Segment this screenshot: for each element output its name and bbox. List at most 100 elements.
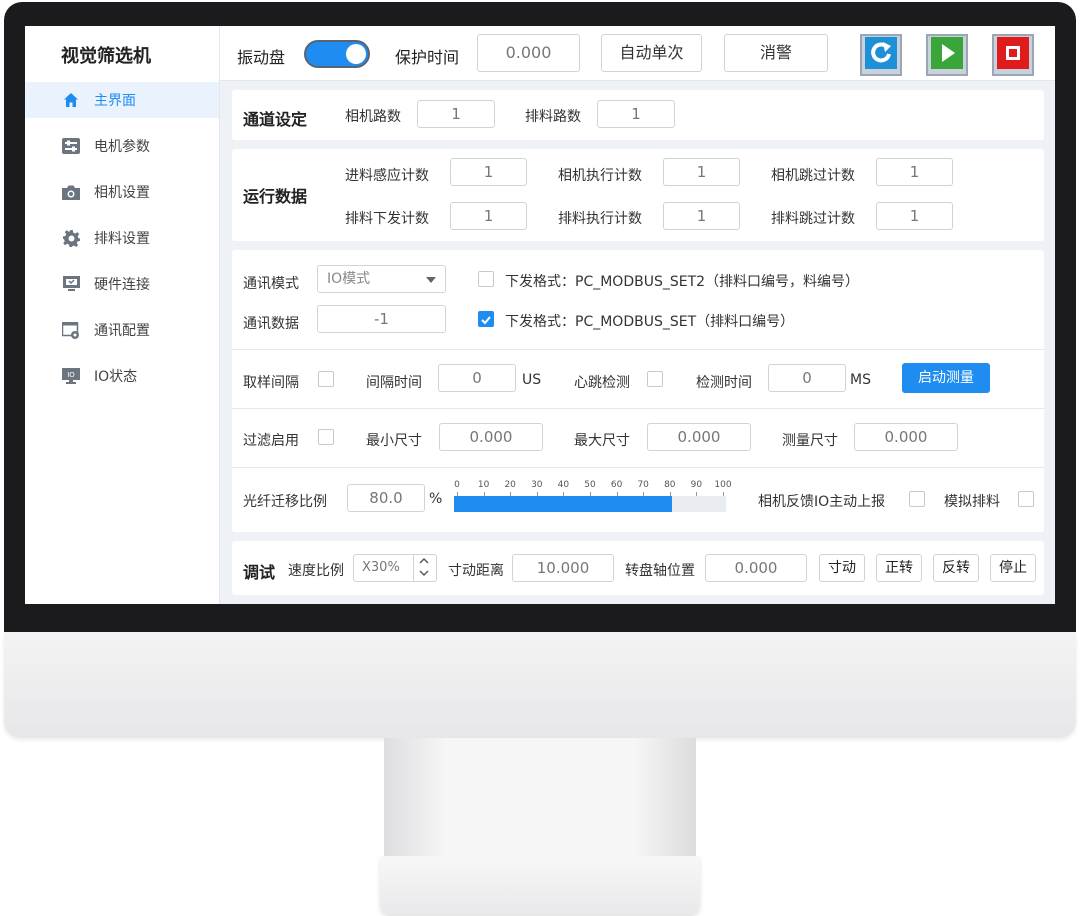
app-title: 视觉筛选机: [61, 46, 151, 67]
max-size-label: 最大尺寸: [574, 433, 630, 449]
max-size-input[interactable]: 0.000: [647, 423, 751, 451]
stop-motion-button[interactable]: 停止: [990, 554, 1036, 582]
runtime-title: 运行数据: [243, 187, 308, 206]
app-screen: 视觉筛选机 主界面 电机参数 相机设置 排料设置 硬件连接 通讯配置 IO IO…: [25, 26, 1055, 604]
divider: [232, 467, 1044, 468]
speed-ratio-stepper[interactable]: X30%: [353, 554, 437, 582]
scale-tick-label: 100: [714, 480, 732, 490]
comm-mode-label: 通讯模式: [243, 276, 299, 292]
protect-time-label: 保护时间: [395, 48, 460, 67]
scale-tick-label: 70: [637, 480, 649, 490]
turntable-position-input[interactable]: 0.000: [705, 554, 807, 582]
stop-icon: [997, 37, 1029, 73]
stop-button[interactable]: [992, 34, 1034, 76]
scale-tick-label: 10: [477, 480, 490, 490]
sidebar-item-home[interactable]: 主界面: [25, 82, 219, 118]
debug-title: 调试: [243, 563, 276, 582]
monitor-chin: [4, 632, 1076, 738]
filter-enable-checkbox[interactable]: [318, 429, 334, 445]
sidebar-item-communication-config[interactable]: 通讯配置: [25, 312, 219, 348]
scale-tick: [669, 492, 671, 496]
sidebar-item-motor-params[interactable]: 电机参数: [25, 128, 219, 164]
measure-size-label: 测量尺寸: [782, 433, 838, 449]
home-icon: [62, 91, 80, 109]
simulate-checkbox[interactable]: [1018, 491, 1034, 507]
settings-panel: 通讯模式 IO模式 下发格式：PC_MODBUS_SET2（排料口编号，料编号）…: [232, 250, 1044, 532]
min-size-label: 最小尺寸: [366, 433, 422, 449]
start-button[interactable]: [926, 34, 968, 76]
refresh-icon: [865, 37, 897, 73]
detect-time-input[interactable]: 0: [768, 364, 846, 392]
sidebar-item-io-status[interactable]: IO IO状态: [25, 358, 219, 394]
discharge-count-input[interactable]: 1: [597, 100, 675, 128]
discharge-skip-count-input[interactable]: 1: [876, 202, 953, 230]
scale-tick-label: 80: [664, 480, 676, 490]
scale-tick: [616, 492, 618, 496]
comm-mode-select[interactable]: IO模式: [317, 265, 446, 293]
format1-checkbox[interactable]: [478, 271, 494, 287]
sampling-interval-label: 取样间隔: [243, 375, 299, 391]
gear-icon: [62, 229, 80, 247]
sliders-icon: [62, 137, 80, 155]
fiber-ratio-unit: %: [429, 491, 443, 507]
heartbeat-checkbox[interactable]: [647, 371, 663, 387]
protect-time-input[interactable]: 0.000: [477, 34, 580, 72]
camera-skip-count-input[interactable]: 1: [876, 158, 953, 186]
feed-sense-count-input[interactable]: 1: [450, 158, 527, 186]
sidebar-item-discharge-settings[interactable]: 排料设置: [25, 220, 219, 256]
comm-data-input[interactable]: -1: [317, 305, 446, 333]
format2-checkbox[interactable]: [478, 311, 494, 327]
sampling-interval-checkbox[interactable]: [318, 371, 334, 387]
scale-tick: [457, 492, 458, 496]
scale-tick: [643, 492, 645, 496]
discharge-send-count-input[interactable]: 1: [450, 202, 527, 230]
chevron-up-icon[interactable]: [419, 557, 429, 567]
vibration-toggle[interactable]: [304, 40, 370, 68]
debug-panel: 调试 速度比例 X30% 寸动距离 10.000 转盘轴位置 0.000 寸动 …: [232, 541, 1044, 595]
start-measure-button[interactable]: 启动测量: [902, 363, 990, 393]
scale-tick: [723, 492, 724, 496]
camera-skip-count-label: 相机跳过计数: [771, 168, 855, 184]
comm-mode-value: IO模式: [327, 271, 371, 287]
speed-ratio-value: X30%: [362, 560, 400, 575]
camera-count-input[interactable]: 1: [417, 100, 495, 128]
jog-distance-input[interactable]: 10.000: [512, 554, 614, 582]
interval-time-input[interactable]: 0: [438, 364, 516, 392]
reverse-button[interactable]: 反转: [933, 554, 979, 582]
jog-button[interactable]: 寸动: [819, 554, 865, 582]
sidebar-item-label: 排料设置: [94, 231, 150, 247]
svg-text:IO: IO: [67, 371, 75, 379]
min-size-input[interactable]: 0.000: [439, 423, 543, 451]
refresh-button[interactable]: [860, 34, 902, 76]
scale-tick: [510, 492, 512, 496]
simulate-label: 模拟排料: [944, 494, 1000, 510]
monitor-stand-base: [380, 856, 700, 914]
sidebar: 视觉筛选机 主界面 电机参数 相机设置 排料设置 硬件连接 通讯配置 IO IO…: [25, 26, 220, 604]
channel-panel: 通道设定 相机路数 1 排料路数 1: [232, 90, 1044, 140]
stepper-arrows: [413, 555, 436, 581]
jog-distance-label: 寸动距离: [448, 563, 504, 579]
feed-sense-count-label: 进料感应计数: [345, 168, 429, 184]
hardware-icon: [62, 275, 80, 293]
scale-tick-label: 40: [557, 480, 570, 490]
sidebar-item-label: 硬件连接: [94, 277, 150, 293]
camera-icon: [62, 183, 80, 201]
forward-button[interactable]: 正转: [876, 554, 922, 582]
camera-feedback-checkbox[interactable]: [909, 491, 925, 507]
discharge-exec-count-label: 排料执行计数: [558, 211, 642, 227]
channel-title: 通道设定: [243, 110, 308, 129]
communication-icon: [62, 321, 80, 339]
chevron-down-icon[interactable]: [419, 569, 429, 579]
turntable-position-label: 转盘轴位置: [625, 563, 695, 579]
auto-once-button[interactable]: 自动单次: [601, 34, 702, 72]
fiber-ratio-input[interactable]: 80.0: [347, 484, 425, 512]
camera-exec-count-input[interactable]: 1: [663, 158, 740, 186]
sidebar-item-hardware-connection[interactable]: 硬件连接: [25, 266, 219, 302]
play-icon: [931, 37, 963, 73]
sidebar-item-camera-settings[interactable]: 相机设置: [25, 174, 219, 210]
scale-tick: [563, 492, 565, 496]
scale-tick-label: 60: [610, 480, 623, 490]
discharge-exec-count-input[interactable]: 1: [663, 202, 740, 230]
clear-alarm-button[interactable]: 消警: [724, 34, 828, 72]
measure-size-input[interactable]: 0.000: [854, 423, 958, 451]
